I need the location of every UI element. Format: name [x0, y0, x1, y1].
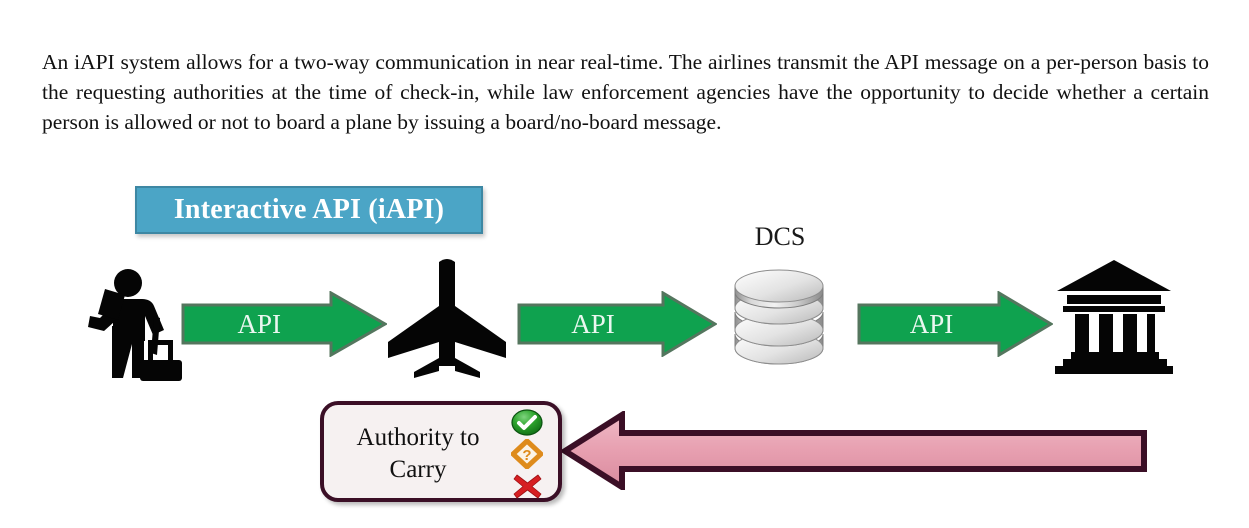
intro-paragraph: An iAPI system allows for a two-way comm… [42, 49, 1209, 134]
authority-to-carry-line1: Authority to [356, 424, 480, 451]
svg-text:?: ? [522, 447, 531, 464]
api-arrow-passenger-to-airline: API [181, 291, 387, 357]
api-arrow-airline-to-dcs: API [517, 291, 717, 357]
authority-to-carry-status-icons: ? [502, 408, 552, 502]
authority-to-carry-line2: Carry [389, 456, 447, 483]
traveller-with-luggage-icon [62, 256, 182, 381]
airplane-icon [386, 258, 508, 378]
api-arrow-dcs-to-authority: API [857, 291, 1053, 357]
authority-to-carry-label: Authority to Carry [336, 417, 500, 491]
dcs-label: DCS [754, 222, 806, 251]
database-icon [727, 266, 831, 368]
orange-question-icon: ? [511, 438, 543, 469]
authority-to-carry-return-arrow [562, 411, 1147, 490]
iapi-banner-label: Interactive API (iAPI) [173, 194, 445, 225]
red-cross-icon [512, 472, 543, 501]
iapi-banner: Interactive API (iAPI) [135, 186, 483, 234]
green-check-icon [511, 409, 543, 436]
authority-to-carry-box: Authority to Carry ? [320, 401, 562, 502]
iapi-flow-diagram: Interactive API (iAPI) DCS API API API A… [0, 160, 1249, 528]
government-building-icon [1053, 258, 1175, 374]
